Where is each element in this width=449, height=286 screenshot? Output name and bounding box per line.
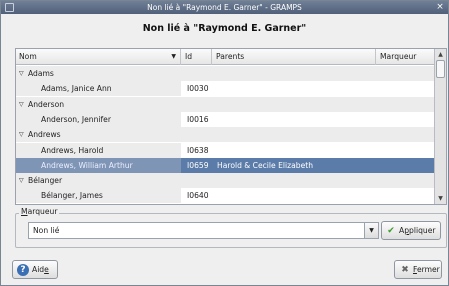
apply-button[interactable]: ✔ Appliquer bbox=[381, 221, 441, 240]
expander-icon[interactable]: ▽ bbox=[19, 97, 24, 112]
column-header-id[interactable]: Id bbox=[182, 49, 212, 65]
scroll-thumb[interactable] bbox=[436, 60, 445, 78]
column-header-parents[interactable]: Parents bbox=[213, 49, 376, 65]
help-button[interactable]: ? Aide bbox=[12, 260, 58, 279]
chevron-down-icon[interactable]: ▼ bbox=[364, 222, 379, 239]
column-header-marqueur[interactable]: Marqueur bbox=[377, 49, 434, 65]
cell-parents: Harold & Cecile Elizabeth bbox=[217, 160, 314, 170]
cell-id: I0016 bbox=[187, 114, 209, 124]
cell-name: ▽ Adams bbox=[16, 66, 181, 81]
close-icon[interactable]: × bbox=[435, 1, 445, 14]
vertical-scrollbar[interactable]: ▲ ▼ bbox=[434, 49, 446, 204]
tree-group-row[interactable]: ▽ Adams bbox=[16, 66, 434, 81]
cell-name: ▽ Anderson bbox=[16, 96, 181, 112]
cell-id: I0640 bbox=[187, 191, 209, 201]
table-row[interactable]: Bélanger, James I0640 bbox=[16, 188, 434, 204]
expander-icon[interactable]: ▽ bbox=[19, 173, 24, 188]
close-button[interactable]: ✖ Fermer bbox=[394, 260, 442, 279]
sort-descending-icon: ▼ bbox=[171, 53, 176, 60]
expander-icon[interactable]: ▽ bbox=[19, 66, 24, 81]
cell-name: Andrews, William Arthur bbox=[16, 157, 181, 173]
table-row[interactable]: Andrews, Harold I0638 bbox=[16, 142, 434, 158]
table-row[interactable]: Anderson, Jennifer I0016 bbox=[16, 111, 434, 127]
marker-frame-label: Marqueur bbox=[19, 207, 60, 216]
cell-id: I0030 bbox=[187, 84, 209, 94]
tree-group-row[interactable]: ▽ Anderson bbox=[16, 96, 434, 112]
scroll-down-icon[interactable]: ▼ bbox=[436, 194, 445, 203]
help-icon: ? bbox=[17, 264, 29, 276]
tree-header: Nom ▼ Id Parents Marqueur bbox=[16, 49, 434, 65]
cell-name: Andrews, Harold bbox=[16, 142, 181, 158]
table-row[interactable]: Andrews, William Arthur I0659 Harold & Cec… bbox=[16, 157, 434, 173]
cell-name: ▽ Bélanger bbox=[16, 173, 181, 189]
title-bar[interactable]: Non lié à "Raymond E. Garner" - GRAMPS × bbox=[1, 1, 448, 14]
cell-name: Bélanger, James bbox=[16, 188, 181, 204]
cell-name: Anderson, Jennifer bbox=[16, 111, 181, 127]
cell-id: I0638 bbox=[187, 145, 209, 155]
tree-rows: ▽ Adams Adams, Janice Ann I0030 ▽ Anderson And… bbox=[16, 66, 434, 204]
scroll-up-icon[interactable]: ▲ bbox=[436, 50, 445, 59]
close-x-icon: ✖ bbox=[401, 265, 409, 275]
cell-name: Adams, Janice Ann bbox=[16, 81, 181, 97]
window-title: Non lié à "Raymond E. Garner" - GRAMPS bbox=[147, 3, 302, 12]
checkmark-icon: ✔ bbox=[387, 226, 395, 236]
cell-id: I0659 bbox=[187, 160, 209, 170]
people-tree[interactable]: Nom ▼ Id Parents Marqueur ▽ Adams Adams, J… bbox=[15, 48, 447, 205]
dialog-heading: Non lié à "Raymond E. Garner" bbox=[142, 23, 307, 34]
cell-name: ▽ Andrews bbox=[16, 127, 181, 143]
tree-group-row[interactable]: ▽ Andrews bbox=[16, 127, 434, 143]
tree-group-row[interactable]: ▽ Bélanger bbox=[16, 173, 434, 189]
table-row[interactable]: Adams, Janice Ann I0030 bbox=[16, 81, 434, 97]
marker-combo[interactable]: Non lié bbox=[28, 222, 379, 239]
window-menu-icon[interactable] bbox=[5, 3, 14, 12]
expander-icon[interactable]: ▽ bbox=[19, 127, 24, 142]
dialog-window: Non lié à "Raymond E. Garner" - GRAMPS ×… bbox=[0, 0, 449, 286]
column-header-nom[interactable]: Nom ▼ bbox=[16, 49, 181, 65]
